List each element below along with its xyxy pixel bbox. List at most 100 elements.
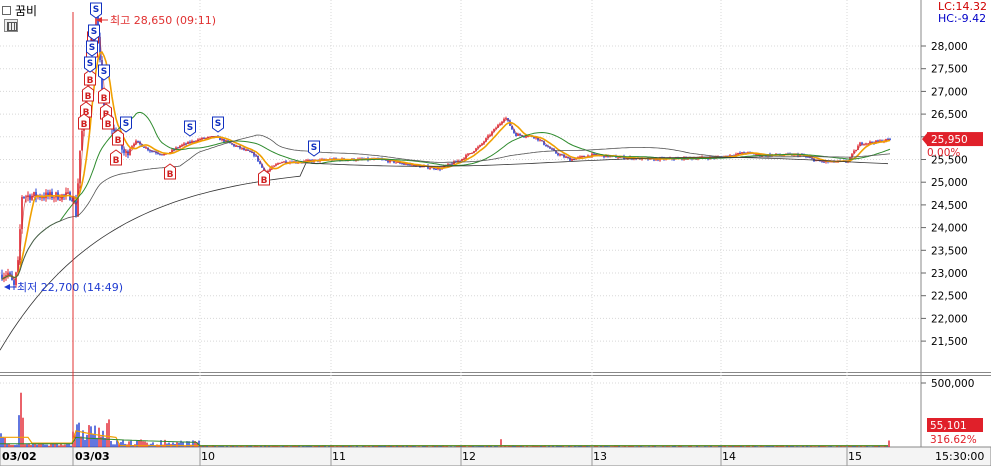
volume-bar: [92, 434, 93, 447]
price-axis-label: 21,500: [931, 336, 968, 348]
volume-bar: [418, 446, 419, 447]
buy-signal[interactable]: B: [113, 130, 124, 146]
volume-bar: [22, 418, 23, 447]
sell-signal-label: S: [215, 119, 221, 129]
chart-canvas[interactable]: 28,00027,50027,00026,50026,00025,50025,0…: [0, 0, 991, 466]
sell-signal[interactable]: S: [99, 65, 110, 80]
price-axis-label: 25,000: [931, 177, 968, 189]
buy-signal[interactable]: B: [79, 114, 90, 130]
volume-bar: [152, 442, 153, 447]
volume-bar: [610, 446, 611, 447]
volume-bar: [668, 446, 669, 447]
buy-signal-label: B: [115, 136, 122, 146]
date-label: 11: [332, 450, 346, 463]
volume-bar: [484, 446, 485, 447]
volume-bar: [62, 445, 63, 447]
chart-title: 꿈비: [2, 2, 37, 18]
sell-signal[interactable]: S: [91, 3, 102, 18]
volume-bar: [234, 446, 235, 447]
volume-bar: [338, 446, 339, 447]
current-price-label: 25,950: [931, 134, 968, 146]
volume-bar: [18, 415, 19, 447]
buy-signal[interactable]: B: [165, 164, 176, 180]
volume-bar: [290, 446, 291, 447]
volume-bar: [12, 445, 13, 447]
volume-bar: [864, 446, 865, 447]
sell-signal[interactable]: S: [89, 25, 100, 40]
sell-signal-label: S: [91, 27, 97, 37]
volume-bar: [78, 423, 79, 447]
volume-bar: [76, 424, 77, 447]
sell-signal-label: S: [89, 43, 95, 53]
sell-signal[interactable]: S: [309, 141, 320, 156]
sell-signal[interactable]: S: [121, 117, 132, 132]
volume-bar: [94, 426, 95, 447]
volume-bar: [88, 425, 89, 447]
volume-bar: [108, 419, 109, 447]
volume-bar: [20, 393, 21, 447]
volume-bar: [394, 446, 395, 447]
buy-signal[interactable]: B: [83, 86, 94, 102]
price-axis-label: 27,500: [931, 64, 968, 76]
volume-bar: [66, 444, 67, 447]
volume-bar: [756, 446, 757, 447]
candle-body: [75, 200, 77, 217]
corner-info: LC:14.32 HC:-9.42: [938, 1, 987, 25]
volume-bar: [146, 443, 147, 447]
price-axis-label: 22,500: [931, 291, 968, 303]
price-axis-label: 22,000: [931, 313, 968, 325]
date-label: 10: [201, 450, 215, 463]
volume-bar: [496, 446, 497, 447]
sell-signal[interactable]: S: [213, 117, 224, 132]
volume-bar: [506, 446, 507, 447]
candle-body: [565, 157, 567, 158]
volume-bar: [450, 446, 451, 447]
volume-bar: [58, 445, 59, 447]
date-label: 03/03: [75, 450, 110, 463]
sell-signal[interactable]: S: [87, 41, 98, 56]
sell-signal[interactable]: S: [85, 57, 96, 72]
current-volume-label: 55,101: [930, 420, 967, 432]
volume-bar: [698, 446, 699, 447]
volume-bar: [828, 446, 829, 447]
current-pct-label: 0.00%: [927, 147, 960, 159]
volume-bar: [476, 446, 477, 447]
buy-signal[interactable]: B: [111, 150, 122, 166]
buy-signal[interactable]: B: [103, 114, 114, 130]
sell-signal-label: S: [101, 67, 107, 77]
date-label: 12: [462, 450, 476, 463]
volume-bar: [638, 446, 639, 447]
chart-background: [0, 0, 991, 466]
buy-signal[interactable]: B: [259, 170, 270, 186]
volume-bar: [408, 446, 409, 447]
date-label: 03/02: [2, 450, 37, 463]
sell-signal-label: S: [123, 119, 129, 129]
volume-bar: [444, 446, 445, 447]
high-annotation: 최고 28,650 (09:11): [110, 14, 216, 27]
candle-body: [235, 146, 237, 147]
candle-body: [429, 168, 431, 169]
volume-bar: [880, 446, 881, 447]
volume-bar: [570, 446, 571, 447]
volume-bar: [778, 446, 779, 447]
date-label: 13: [593, 450, 607, 463]
volume-bar: [48, 446, 49, 447]
volume-bar: [46, 445, 47, 447]
sell-signal[interactable]: S: [185, 121, 196, 136]
candle-body: [539, 140, 541, 141]
volume-bar: [438, 446, 439, 447]
candle-body: [13, 280, 15, 285]
buy-signal[interactable]: B: [99, 88, 110, 104]
volume-bar: [770, 446, 771, 447]
volume-bar: [838, 446, 839, 447]
volume-bar: [242, 446, 243, 447]
indicator-settings-icon[interactable]: [4, 19, 18, 32]
volume-bar: [100, 436, 101, 447]
volume-bar: [54, 444, 55, 447]
volume-bar: [64, 445, 65, 447]
volume-bar: [4, 438, 5, 447]
volume-bar: [44, 445, 45, 447]
volume-bar: [24, 444, 25, 447]
candle-body: [59, 200, 61, 201]
volume-bar: [112, 444, 113, 447]
